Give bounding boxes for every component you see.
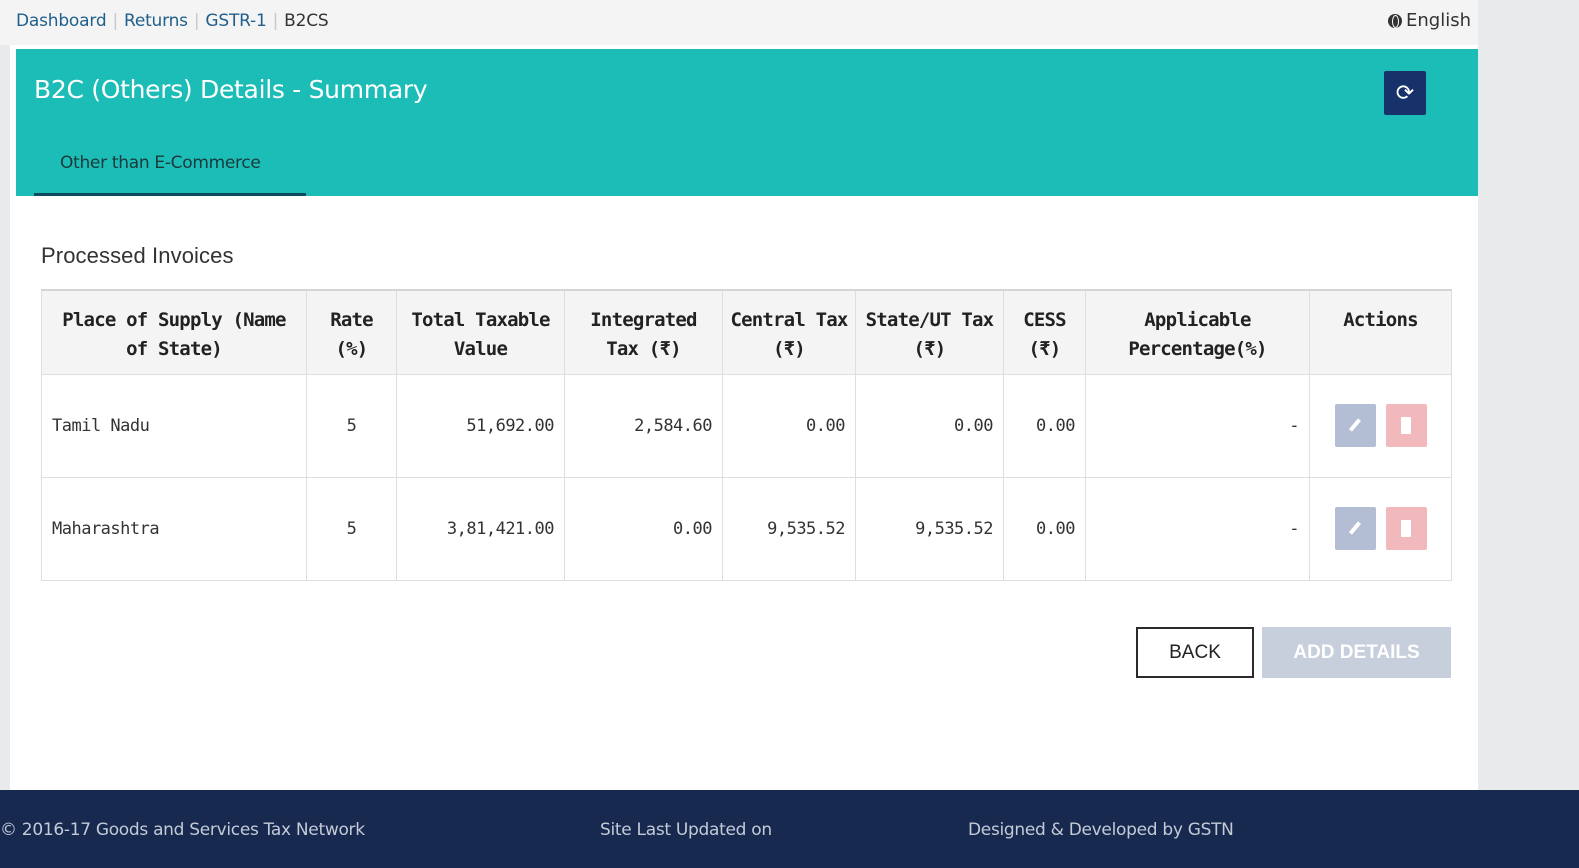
delete-button[interactable] (1385, 507, 1427, 550)
cell-integrated-tax: 0.00 (564, 477, 723, 581)
language-label: English (1406, 10, 1471, 31)
globe-icon (1388, 13, 1402, 28)
column-header: Actions (1309, 289, 1452, 375)
cell-state-tax: 9,535.52 (855, 477, 1004, 581)
cell-taxable-value: 51,692.00 (396, 374, 565, 478)
column-header: State/UT Tax (₹) (855, 289, 1004, 375)
tab-active-indicator (34, 193, 306, 196)
cell-rate: 5 (306, 477, 397, 581)
back-button[interactable]: BACK (1136, 627, 1254, 678)
cell-place: Maharashtra (41, 477, 307, 581)
edit-button[interactable] (1334, 507, 1376, 550)
breadcrumb-separator: | (272, 11, 279, 31)
processed-invoices-table: Place of Supply (Name of State) Rate (%)… (41, 289, 1452, 581)
refresh-icon: ⟳ (1395, 80, 1415, 106)
cell-applicable-percentage: - (1085, 477, 1310, 581)
summary-header: B2C (Others) Details - Summary ⟳ Other t… (16, 49, 1478, 196)
table-row: Tamil Nadu 5 51,692.00 2,584.60 0.00 0.0… (41, 374, 1452, 478)
breadcrumb-separator: | (112, 11, 118, 31)
language-selector[interactable]: English (1388, 10, 1471, 31)
breadcrumb: Dashboard | Returns | GSTR-1 | B2CS (16, 11, 329, 31)
footer-designed-by: Designed & Developed by GSTN (968, 820, 1234, 840)
cell-integrated-tax: 2,584.60 (564, 374, 723, 478)
cell-actions (1309, 477, 1452, 581)
column-header: Applicable Percentage(%) (1085, 289, 1310, 375)
cell-actions (1309, 374, 1452, 478)
edit-button[interactable] (1334, 404, 1376, 447)
cell-taxable-value: 3,81,421.00 (396, 477, 565, 581)
tab-other-than-ecommerce[interactable]: Other than E-Commerce (34, 139, 306, 196)
cell-rate: 5 (306, 374, 397, 478)
column-header: Rate (%) (306, 289, 397, 375)
cell-central-tax: 9,535.52 (722, 477, 856, 581)
table-header-row: Place of Supply (Name of State) Rate (%)… (41, 289, 1452, 375)
column-header: Integrated Tax (₹) (564, 289, 723, 375)
cell-place: Tamil Nadu (41, 374, 307, 478)
breadcrumb-separator: | (193, 11, 200, 31)
footer-copyright: © 2016-17 Goods and Services Tax Network (0, 820, 365, 840)
footer: © 2016-17 Goods and Services Tax Network… (0, 790, 1579, 868)
column-header: CESS (₹) (1003, 289, 1086, 375)
footer-last-updated: Site Last Updated on (600, 820, 772, 840)
cell-state-tax: 0.00 (855, 374, 1004, 478)
cell-cess: 0.00 (1003, 477, 1086, 581)
section-title: Processed Invoices (41, 243, 234, 268)
cell-central-tax: 0.00 (722, 374, 856, 478)
breadcrumb-current: B2CS (284, 11, 329, 31)
delete-button[interactable] (1385, 404, 1427, 447)
column-header: Total Taxable Value (396, 289, 565, 375)
tab-label: Other than E-Commerce (60, 153, 261, 173)
breadcrumb-returns[interactable]: Returns (124, 11, 188, 31)
table-row: Maharashtra 5 3,81,421.00 0.00 9,535.52 … (41, 477, 1452, 581)
top-bar: Dashboard | Returns | GSTR-1 | B2CS English (0, 0, 1478, 45)
page-title: B2C (Others) Details - Summary (34, 75, 428, 104)
cell-cess: 0.00 (1003, 374, 1086, 478)
column-header: Central Tax (₹) (722, 289, 856, 375)
breadcrumb-gstr1[interactable]: GSTR-1 (205, 11, 266, 31)
refresh-button[interactable]: ⟳ (1384, 71, 1426, 115)
breadcrumb-dashboard[interactable]: Dashboard (16, 11, 107, 31)
column-header: Place of Supply (Name of State) (41, 289, 307, 375)
add-details-button[interactable]: ADD DETAILS (1262, 627, 1451, 678)
cell-applicable-percentage: - (1085, 374, 1310, 478)
